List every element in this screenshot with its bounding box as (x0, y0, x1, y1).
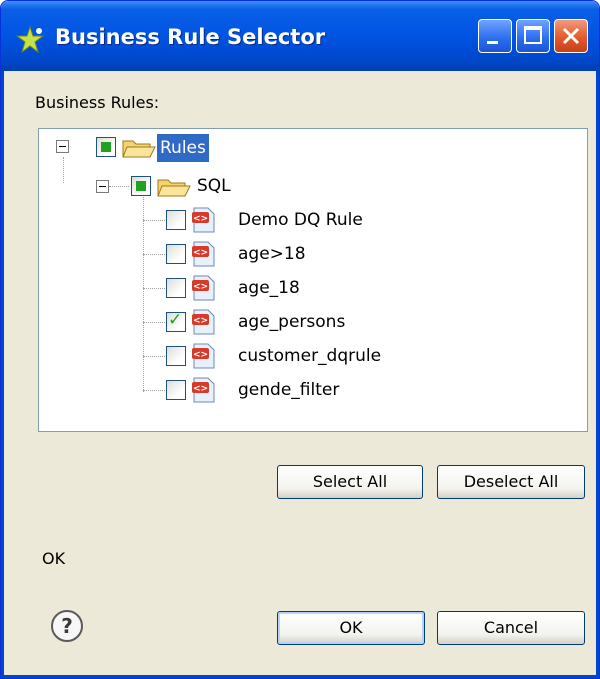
tree-connector (63, 157, 64, 183)
svg-text:<>: <> (193, 248, 208, 258)
close-icon (562, 27, 580, 45)
rule-label: age_persons (238, 312, 346, 332)
rule-file-icon: <> (192, 275, 215, 301)
status-message: OK (42, 549, 66, 568)
rule-checkbox[interactable] (166, 380, 186, 400)
tree-connector (143, 322, 165, 323)
close-button[interactable] (554, 19, 588, 53)
tree-connector (143, 356, 165, 357)
tree-connector (109, 186, 129, 187)
rule-file-icon: <> (192, 343, 215, 369)
help-icon[interactable]: ? (50, 609, 84, 643)
folder-open-icon (122, 140, 156, 158)
app-star-icon (15, 25, 45, 54)
dialog-body: Business Rules: Rules SQL <> Demo DQ Rul… (1, 71, 599, 678)
svg-text:<>: <> (193, 282, 208, 292)
rule-file-icon: <> (192, 241, 215, 267)
tree-folder-label[interactable]: SQL (197, 172, 231, 200)
sql-collapse-toggle[interactable] (96, 180, 109, 193)
rule-checkbox[interactable] (166, 346, 186, 366)
svg-text:<>: <> (193, 384, 208, 394)
tree-connector (143, 254, 165, 255)
tree-connector (143, 220, 165, 221)
rule-label: age>18 (238, 244, 306, 264)
rule-file-icon: <> (192, 207, 215, 233)
maximize-button[interactable] (516, 19, 550, 53)
rule-label: customer_dqrule (238, 346, 382, 366)
checkmark-icon: ✓ (168, 310, 183, 330)
svg-text:?: ? (61, 614, 73, 638)
window-title: Business Rule Selector (55, 25, 326, 49)
svg-text:<>: <> (193, 214, 208, 224)
rules-collapse-toggle[interactable] (56, 140, 69, 153)
rule-file-icon: <> (192, 377, 215, 403)
business-rules-label: Business Rules: (35, 93, 160, 112)
rule-label: age_18 (238, 278, 300, 298)
minimize-icon (487, 41, 498, 44)
rules-tree[interactable]: Rules SQL <> Demo DQ Rule <> age>18 <> a… (38, 128, 588, 432)
folder-open-icon (157, 179, 191, 197)
title-bar[interactable]: Business Rule Selector (1, 1, 599, 71)
deselect-all-button[interactable]: Deselect All (437, 465, 585, 499)
rule-checkbox[interactable] (166, 278, 186, 298)
rule-file-icon: <> (192, 309, 215, 335)
tree-connector (143, 288, 165, 289)
rule-checkbox[interactable] (166, 210, 186, 230)
tree-connector (143, 191, 144, 392)
maximize-icon (524, 26, 542, 44)
cancel-button[interactable]: Cancel (437, 611, 585, 645)
business-rule-selector-dialog: Business Rule Selector Business Rules: R… (0, 0, 600, 679)
ok-button[interactable]: OK (277, 611, 425, 645)
minimize-button[interactable] (478, 19, 512, 53)
rules-checkbox[interactable] (96, 137, 116, 157)
rule-label: Demo DQ Rule (238, 210, 363, 230)
svg-text:<>: <> (193, 316, 208, 326)
rule-checkbox-checked[interactable]: ✓ (166, 310, 186, 332)
rule-label: gende_filter (238, 380, 340, 400)
sql-checkbox[interactable] (131, 176, 151, 196)
select-all-button[interactable]: Select All (277, 465, 423, 499)
tree-connector (143, 390, 165, 391)
svg-text:<>: <> (193, 350, 208, 360)
tree-root-label[interactable]: Rules (157, 134, 209, 162)
rule-checkbox[interactable] (166, 244, 186, 264)
